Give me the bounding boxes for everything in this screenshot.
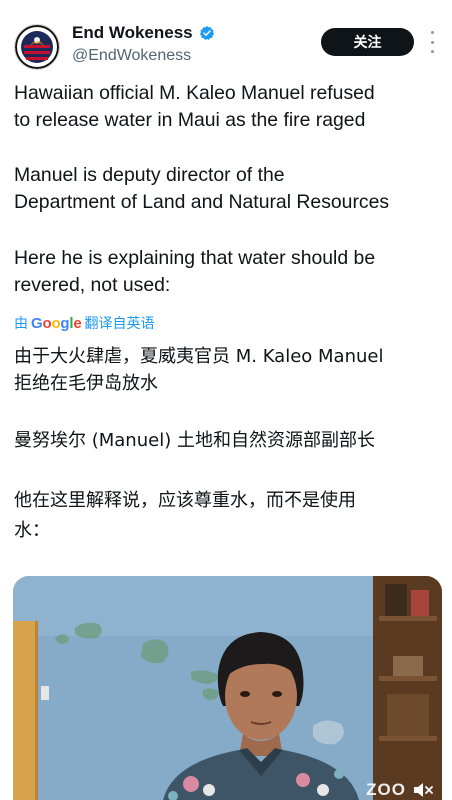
post-header: End Wokeness @EndWokeness 关注 xyxy=(0,0,452,78)
text-line: 拒绝在毛伊岛放水 xyxy=(14,373,158,394)
author-handle[interactable]: @EndWokeness xyxy=(72,47,191,65)
text-line: Hawaiian official M. Kaleo Manuel refuse… xyxy=(14,82,375,104)
text-line: Department of Land and Natural Resources xyxy=(14,190,390,213)
author-avatar[interactable] xyxy=(14,24,60,70)
more-options-icon[interactable] xyxy=(428,31,436,53)
post-text-paragraph-3: Here he is explaining that water should … xyxy=(14,245,375,298)
translated-paragraph-2: 曼努埃尔 (Manuel) 土地和自然资源部副部长 xyxy=(14,427,375,454)
translate-prefix: 由 xyxy=(14,316,28,332)
author-name[interactable]: End Wokeness xyxy=(72,23,193,43)
video-media[interactable]: ZOO xyxy=(13,576,442,800)
text-line: Here he is explaining that water should … xyxy=(14,247,376,269)
post-text-paragraph-1: Hawaiian official M. Kaleo Manuel refuse… xyxy=(14,80,375,133)
video-watermark: ZOO xyxy=(366,780,406,799)
text-line: Manuel is deputy director of the xyxy=(14,164,285,186)
translated-paragraph-1: 由于大火肆虐，夏威夷官员 M. Kaleo Manuel 拒绝在毛伊岛放水 xyxy=(14,343,383,397)
text-line: 由于大火肆虐，夏威夷官员 M. Kaleo Manuel xyxy=(14,346,384,367)
text-line: 水： xyxy=(14,520,50,541)
speaker-muted-icon[interactable] xyxy=(412,782,434,798)
translate-suffix: 翻译自英语 xyxy=(84,316,155,332)
text-line: 他在这里解释说，应该尊重水，而不是使用 xyxy=(14,490,356,511)
text-line: revered, not used: xyxy=(14,273,171,296)
google-logo: Google xyxy=(31,315,82,332)
translate-link[interactable]: 由 Google 翻译自英语 xyxy=(14,311,155,338)
eagle-flag-avatar-icon xyxy=(15,25,59,69)
text-line: 曼努埃尔 (Manuel) 土地和自然资源部副部长 xyxy=(14,430,375,451)
video-frame xyxy=(13,576,442,800)
text-line: to release water in Maui as the fire rag… xyxy=(14,108,366,131)
post-text-paragraph-2: Manuel is deputy director of the Departm… xyxy=(14,162,444,215)
verified-badge-icon xyxy=(199,26,214,40)
follow-button[interactable]: 关注 xyxy=(321,28,414,56)
translated-paragraph-3: 他在这里解释说，应该尊重水，而不是使用 水： xyxy=(14,486,434,546)
